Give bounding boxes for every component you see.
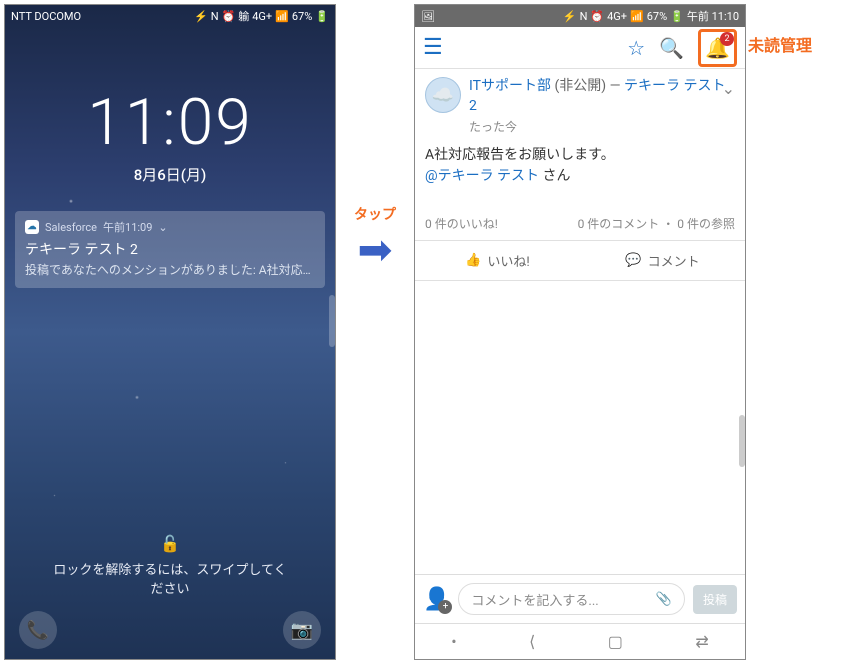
- battery-percent: 67%: [292, 10, 312, 23]
- comment-button[interactable]: 💬 コメント: [580, 241, 745, 280]
- signal-icon: 📶: [275, 10, 289, 23]
- vibrate-icon: ⚡: [563, 10, 577, 23]
- network-4g-icon: 4G+: [607, 10, 627, 23]
- alarm-icon: ⏰: [222, 10, 236, 23]
- unlock-hint: 🔓 ロックを解除するには、スワイプしてく ださい: [5, 534, 335, 597]
- notification-body: 投稿であなたへのメンションがありました: A社対応報...: [25, 261, 315, 278]
- comment-placeholder: コメントを記入する...: [471, 590, 598, 609]
- signal-icon: 📶: [630, 10, 644, 23]
- post-button[interactable]: 投稿: [693, 585, 737, 614]
- nav-recent-icon[interactable]: ⇄: [695, 632, 708, 651]
- post-group: ITサポート部: [469, 78, 551, 94]
- menu-button[interactable]: ☰: [423, 35, 443, 60]
- network-4g-icon: 4G+: [252, 10, 272, 23]
- post-action-bar: 👍 いいね! 💬 コメント: [415, 240, 745, 281]
- phone-shortcut[interactable]: 📞: [19, 611, 57, 649]
- status-bar: NTT DOCOMO ⚡ N ⏰ 䠼 4G+ 📶 67% 🔋: [5, 5, 335, 27]
- feed-post[interactable]: ☁️ ITサポート部 (非公開) — テキーラ テスト 2 たった今 ⌄: [425, 77, 735, 135]
- lock-icon: 🔓: [5, 534, 335, 553]
- comment-label: コメント: [648, 251, 700, 270]
- thumbs-up-icon: 👍: [465, 253, 481, 268]
- post-visibility: (非公開): [554, 78, 606, 94]
- post-dash: —: [610, 78, 621, 94]
- mention-link[interactable]: @テキーラ テスト: [425, 168, 539, 184]
- tap-label: タップ: [354, 204, 396, 224]
- nav-dot: •: [451, 632, 456, 651]
- volte-icon: 䠼: [238, 8, 249, 24]
- post-time: たった今: [469, 118, 735, 135]
- refs-count: 0 件の参照: [677, 217, 735, 231]
- app-topbar: ☰ ☆ 🔍 🔔 2: [415, 27, 745, 69]
- feed-area: ☁️ ITサポート部 (非公開) — テキーラ テスト 2 たった今 ⌄ A社対…: [415, 69, 745, 574]
- comment-input[interactable]: コメントを記入する... 📎: [458, 583, 685, 615]
- comments-count: 0 件のコメント: [578, 217, 660, 231]
- chevron-down-icon[interactable]: ⌄: [722, 79, 735, 98]
- attachment-icon[interactable]: 📎: [656, 592, 672, 607]
- unlock-hint-line1: ロックを解除するには、スワイプしてく: [5, 559, 335, 578]
- battery-percent: 67%: [647, 10, 667, 23]
- scrollbar[interactable]: [739, 415, 745, 467]
- speech-bubble-icon: 💬: [625, 253, 641, 268]
- salesforce-app: 🖼 ⚡ N ⏰ 4G+ 📶 67% 🔋 午前 11:10 ☰ ☆ 🔍 🔔 2: [414, 4, 746, 660]
- post-body: A社対応報告をお願いします。 @テキーラ テスト さん: [425, 145, 735, 187]
- unlock-hint-line2: ださい: [5, 578, 335, 597]
- post-avatar: ☁️: [425, 77, 461, 113]
- lock-screen: NTT DOCOMO ⚡ N ⏰ 䠼 4G+ 📶 67% 🔋 11:09 8月6…: [4, 4, 336, 660]
- status-bar: 🖼 ⚡ N ⏰ 4G+ 📶 67% 🔋 午前 11:10: [415, 5, 745, 27]
- clock-widget: 11:09 8月6日(月): [5, 85, 335, 185]
- likes-count: 0 件のいいね!: [425, 215, 498, 232]
- phone-icon: 📞: [27, 620, 49, 641]
- post-header: ITサポート部 (非公開) — テキーラ テスト 2: [469, 77, 735, 116]
- alarm-icon: ⏰: [590, 10, 604, 23]
- battery-icon: 🔋: [315, 10, 329, 23]
- battery-icon: 🔋: [670, 10, 684, 23]
- status-time: 午前 11:10: [687, 8, 739, 24]
- nfc-icon: N: [211, 10, 219, 23]
- chevron-down-icon[interactable]: ⌄: [158, 221, 167, 234]
- notification-title: テキーラ テスト 2: [25, 239, 315, 259]
- comment-input-bar: 👤 + コメントを記入する... 📎 投稿: [415, 574, 745, 623]
- unread-annotation: 未読管理: [748, 32, 812, 56]
- clock-time: 11:09: [5, 85, 335, 160]
- camera-icon: 📷: [291, 620, 313, 641]
- android-navbar: • ⟨ ▢ ⇄: [415, 623, 745, 659]
- picture-icon: 🖼: [421, 10, 435, 23]
- notification-badge: 2: [720, 32, 734, 46]
- post-body-line1: A社対応報告をお願いします。: [425, 145, 735, 166]
- like-label: いいね!: [487, 251, 529, 270]
- notification-card[interactable]: ☁ Salesforce 午前11:09 ⌄ テキーラ テスト 2 投稿であなた…: [15, 211, 325, 288]
- plus-icon: +: [438, 600, 452, 614]
- arrow-right-icon: ➡: [357, 230, 392, 272]
- notification-app: Salesforce: [45, 221, 97, 234]
- nav-back-icon[interactable]: ⟨: [529, 632, 535, 651]
- vibrate-icon: ⚡: [194, 10, 208, 23]
- salesforce-icon: ☁: [25, 220, 39, 234]
- tap-annotation: タップ ➡: [336, 204, 414, 272]
- star-icon[interactable]: ☆: [627, 36, 645, 60]
- notifications-button[interactable]: 🔔 2: [698, 29, 737, 67]
- notification-time: 午前11:09: [103, 219, 152, 235]
- carrier-label: NTT DOCOMO: [11, 10, 81, 23]
- post-stats: 0 件のいいね! 0 件のコメント ・ 0 件の参照: [425, 215, 735, 240]
- user-avatar[interactable]: 👤 +: [423, 587, 450, 612]
- scrollbar[interactable]: [329, 295, 335, 347]
- camera-shortcut[interactable]: 📷: [283, 611, 321, 649]
- mention-suffix: さん: [543, 168, 571, 184]
- search-icon[interactable]: 🔍: [659, 36, 684, 60]
- nav-home-icon[interactable]: ▢: [608, 632, 623, 651]
- like-button[interactable]: 👍 いいね!: [415, 241, 580, 280]
- clock-date: 8月6日(月): [5, 164, 335, 185]
- nfc-icon: N: [580, 10, 588, 23]
